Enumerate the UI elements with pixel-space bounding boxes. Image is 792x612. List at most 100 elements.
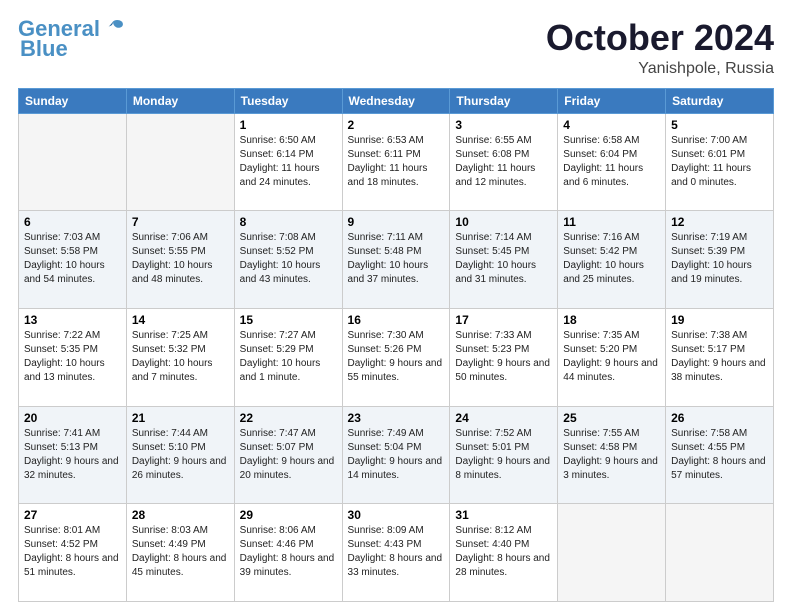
day-number: 9 — [348, 215, 445, 229]
calendar-cell: 1 Sunrise: 6:50 AM Sunset: 6:14 PM Daylig… — [234, 113, 342, 211]
calendar-week-row: 20 Sunrise: 7:41 AM Sunset: 5:13 PM Dayli… — [19, 406, 774, 504]
day-number: 16 — [348, 313, 445, 327]
calendar-cell: 9 Sunrise: 7:11 AM Sunset: 5:48 PM Daylig… — [342, 211, 450, 309]
calendar-cell: 18 Sunrise: 7:35 AM Sunset: 5:20 PM Dayli… — [558, 308, 666, 406]
calendar-cell: 31 Sunrise: 8:12 AM Sunset: 4:40 PM Dayli… — [450, 504, 558, 602]
logo-bird-icon — [102, 16, 124, 38]
weekday-header-wednesday: Wednesday — [342, 88, 450, 113]
calendar-cell: 14 Sunrise: 7:25 AM Sunset: 5:32 PM Dayli… — [126, 308, 234, 406]
day-number: 25 — [563, 411, 660, 425]
day-number: 28 — [132, 508, 229, 522]
day-detail: Sunrise: 7:49 AM Sunset: 5:04 PM Dayligh… — [348, 427, 445, 483]
calendar-cell: 11Sunrise: 7:16 AM Sunset: 5:42 PM Dayli… — [558, 211, 666, 309]
day-detail: Sunrise: 7:55 AM Sunset: 4:58 PM Dayligh… — [563, 427, 660, 483]
day-number: 12 — [671, 215, 768, 229]
day-number: 2 — [348, 118, 445, 132]
calendar-cell: 25 Sunrise: 7:55 AM Sunset: 4:58 PM Dayli… — [558, 406, 666, 504]
calendar-cell: 20 Sunrise: 7:41 AM Sunset: 5:13 PM Dayli… — [19, 406, 127, 504]
calendar-cell: 29Sunrise: 8:06 AM Sunset: 4:46 PM Dayli… — [234, 504, 342, 602]
day-detail: Sunrise: 7:19 AM Sunset: 5:39 PM Dayligh… — [671, 231, 768, 287]
day-number: 8 — [240, 215, 337, 229]
day-number: 29 — [240, 508, 337, 522]
day-detail: Sunrise: 7:33 AM Sunset: 5:23 PM Dayligh… — [455, 329, 552, 385]
calendar-cell: 12 Sunrise: 7:19 AM Sunset: 5:39 PM Dayli… — [666, 211, 774, 309]
day-detail: Sunrise: 7:30 AM Sunset: 5:26 PM Dayligh… — [348, 329, 445, 385]
day-detail: Sunrise: 7:14 AM Sunset: 5:45 PM Dayligh… — [455, 231, 552, 287]
day-number: 14 — [132, 313, 229, 327]
day-detail: Sunrise: 6:50 AM Sunset: 6:14 PM Dayligh… — [240, 134, 337, 190]
day-detail: Sunrise: 7:03 AM Sunset: 5:58 PM Dayligh… — [24, 231, 121, 287]
day-detail: Sunrise: 7:41 AM Sunset: 5:13 PM Dayligh… — [24, 427, 121, 483]
calendar-cell: 3 Sunrise: 6:55 AM Sunset: 6:08 PM Daylig… — [450, 113, 558, 211]
day-detail: Sunrise: 8:12 AM Sunset: 4:40 PM Dayligh… — [455, 524, 552, 580]
day-detail: Sunrise: 7:06 AM Sunset: 5:55 PM Dayligh… — [132, 231, 229, 287]
day-number: 17 — [455, 313, 552, 327]
calendar-cell: 10 Sunrise: 7:14 AM Sunset: 5:45 PM Dayli… — [450, 211, 558, 309]
day-detail: Sunrise: 7:52 AM Sunset: 5:01 PM Dayligh… — [455, 427, 552, 483]
day-number: 3 — [455, 118, 552, 132]
day-number: 15 — [240, 313, 337, 327]
day-detail: Sunrise: 7:25 AM Sunset: 5:32 PM Dayligh… — [132, 329, 229, 385]
day-number: 21 — [132, 411, 229, 425]
day-number: 31 — [455, 508, 552, 522]
day-number: 26 — [671, 411, 768, 425]
calendar-cell: 19 Sunrise: 7:38 AM Sunset: 5:17 PM Dayli… — [666, 308, 774, 406]
calendar-cell: 22Sunrise: 7:47 AM Sunset: 5:07 PM Dayli… — [234, 406, 342, 504]
logo: General Blue — [18, 18, 124, 62]
day-number: 10 — [455, 215, 552, 229]
day-detail: Sunrise: 6:55 AM Sunset: 6:08 PM Dayligh… — [455, 134, 552, 190]
day-number: 1 — [240, 118, 337, 132]
day-detail: Sunrise: 7:58 AM Sunset: 4:55 PM Dayligh… — [671, 427, 768, 483]
day-number: 23 — [348, 411, 445, 425]
calendar-cell: 13 Sunrise: 7:22 AM Sunset: 5:35 PM Dayli… — [19, 308, 127, 406]
weekday-header-saturday: Saturday — [666, 88, 774, 113]
day-detail: Sunrise: 8:09 AM Sunset: 4:43 PM Dayligh… — [348, 524, 445, 580]
calendar-cell: 27Sunrise: 8:01 AM Sunset: 4:52 PM Dayli… — [19, 504, 127, 602]
calendar-table: SundayMondayTuesdayWednesdayThursdayFrid… — [18, 88, 774, 602]
location: Yanishpole, Russia — [546, 60, 774, 78]
day-detail: Sunrise: 7:35 AM Sunset: 5:20 PM Dayligh… — [563, 329, 660, 385]
day-detail: Sunrise: 7:27 AM Sunset: 5:29 PM Dayligh… — [240, 329, 337, 385]
calendar-week-row: 1 Sunrise: 6:50 AM Sunset: 6:14 PM Daylig… — [19, 113, 774, 211]
calendar-cell: 23 Sunrise: 7:49 AM Sunset: 5:04 PM Dayli… — [342, 406, 450, 504]
day-number: 4 — [563, 118, 660, 132]
calendar-cell: 5 Sunrise: 7:00 AM Sunset: 6:01 PM Daylig… — [666, 113, 774, 211]
day-number: 5 — [671, 118, 768, 132]
day-detail: Sunrise: 7:00 AM Sunset: 6:01 PM Dayligh… — [671, 134, 768, 190]
day-detail: Sunrise: 7:11 AM Sunset: 5:48 PM Dayligh… — [348, 231, 445, 287]
calendar-cell: 16 Sunrise: 7:30 AM Sunset: 5:26 PM Dayli… — [342, 308, 450, 406]
day-number: 7 — [132, 215, 229, 229]
day-detail: Sunrise: 7:38 AM Sunset: 5:17 PM Dayligh… — [671, 329, 768, 385]
calendar-cell: 24 Sunrise: 7:52 AM Sunset: 5:01 PM Dayli… — [450, 406, 558, 504]
day-detail: Sunrise: 6:58 AM Sunset: 6:04 PM Dayligh… — [563, 134, 660, 190]
calendar-cell: 28 Sunrise: 8:03 AM Sunset: 4:49 PM Dayli… — [126, 504, 234, 602]
calendar-week-row: 13 Sunrise: 7:22 AM Sunset: 5:35 PM Dayli… — [19, 308, 774, 406]
calendar-page: General Blue October 2024 Yanishpole, Ru… — [0, 0, 792, 612]
calendar-cell: 6 Sunrise: 7:03 AM Sunset: 5:58 PM Daylig… — [19, 211, 127, 309]
calendar-cell: 7 Sunrise: 7:06 AM Sunset: 5:55 PM Daylig… — [126, 211, 234, 309]
day-detail: Sunrise: 7:47 AM Sunset: 5:07 PM Dayligh… — [240, 427, 337, 483]
day-number: 11 — [563, 215, 660, 229]
calendar-cell: 2Sunrise: 6:53 AM Sunset: 6:11 PM Daylig… — [342, 113, 450, 211]
day-number: 30 — [348, 508, 445, 522]
day-number: 18 — [563, 313, 660, 327]
logo-line2: Blue — [20, 36, 68, 62]
weekday-header-tuesday: Tuesday — [234, 88, 342, 113]
day-detail: Sunrise: 7:22 AM Sunset: 5:35 PM Dayligh… — [24, 329, 121, 385]
calendar-week-row: 6 Sunrise: 7:03 AM Sunset: 5:58 PM Daylig… — [19, 211, 774, 309]
day-number: 20 — [24, 411, 121, 425]
day-number: 24 — [455, 411, 552, 425]
calendar-cell: 26 Sunrise: 7:58 AM Sunset: 4:55 PM Dayli… — [666, 406, 774, 504]
day-detail: Sunrise: 8:03 AM Sunset: 4:49 PM Dayligh… — [132, 524, 229, 580]
day-number: 13 — [24, 313, 121, 327]
day-number: 6 — [24, 215, 121, 229]
page-header: General Blue October 2024 Yanishpole, Ru… — [18, 18, 774, 78]
calendar-cell: 21Sunrise: 7:44 AM Sunset: 5:10 PM Dayli… — [126, 406, 234, 504]
weekday-header-thursday: Thursday — [450, 88, 558, 113]
calendar-cell: 4 Sunrise: 6:58 AM Sunset: 6:04 PM Daylig… — [558, 113, 666, 211]
month-title: October 2024 — [546, 18, 774, 58]
weekday-header-row: SundayMondayTuesdayWednesdayThursdayFrid… — [19, 88, 774, 113]
day-number: 19 — [671, 313, 768, 327]
weekday-header-monday: Monday — [126, 88, 234, 113]
title-block: October 2024 Yanishpole, Russia — [546, 18, 774, 78]
